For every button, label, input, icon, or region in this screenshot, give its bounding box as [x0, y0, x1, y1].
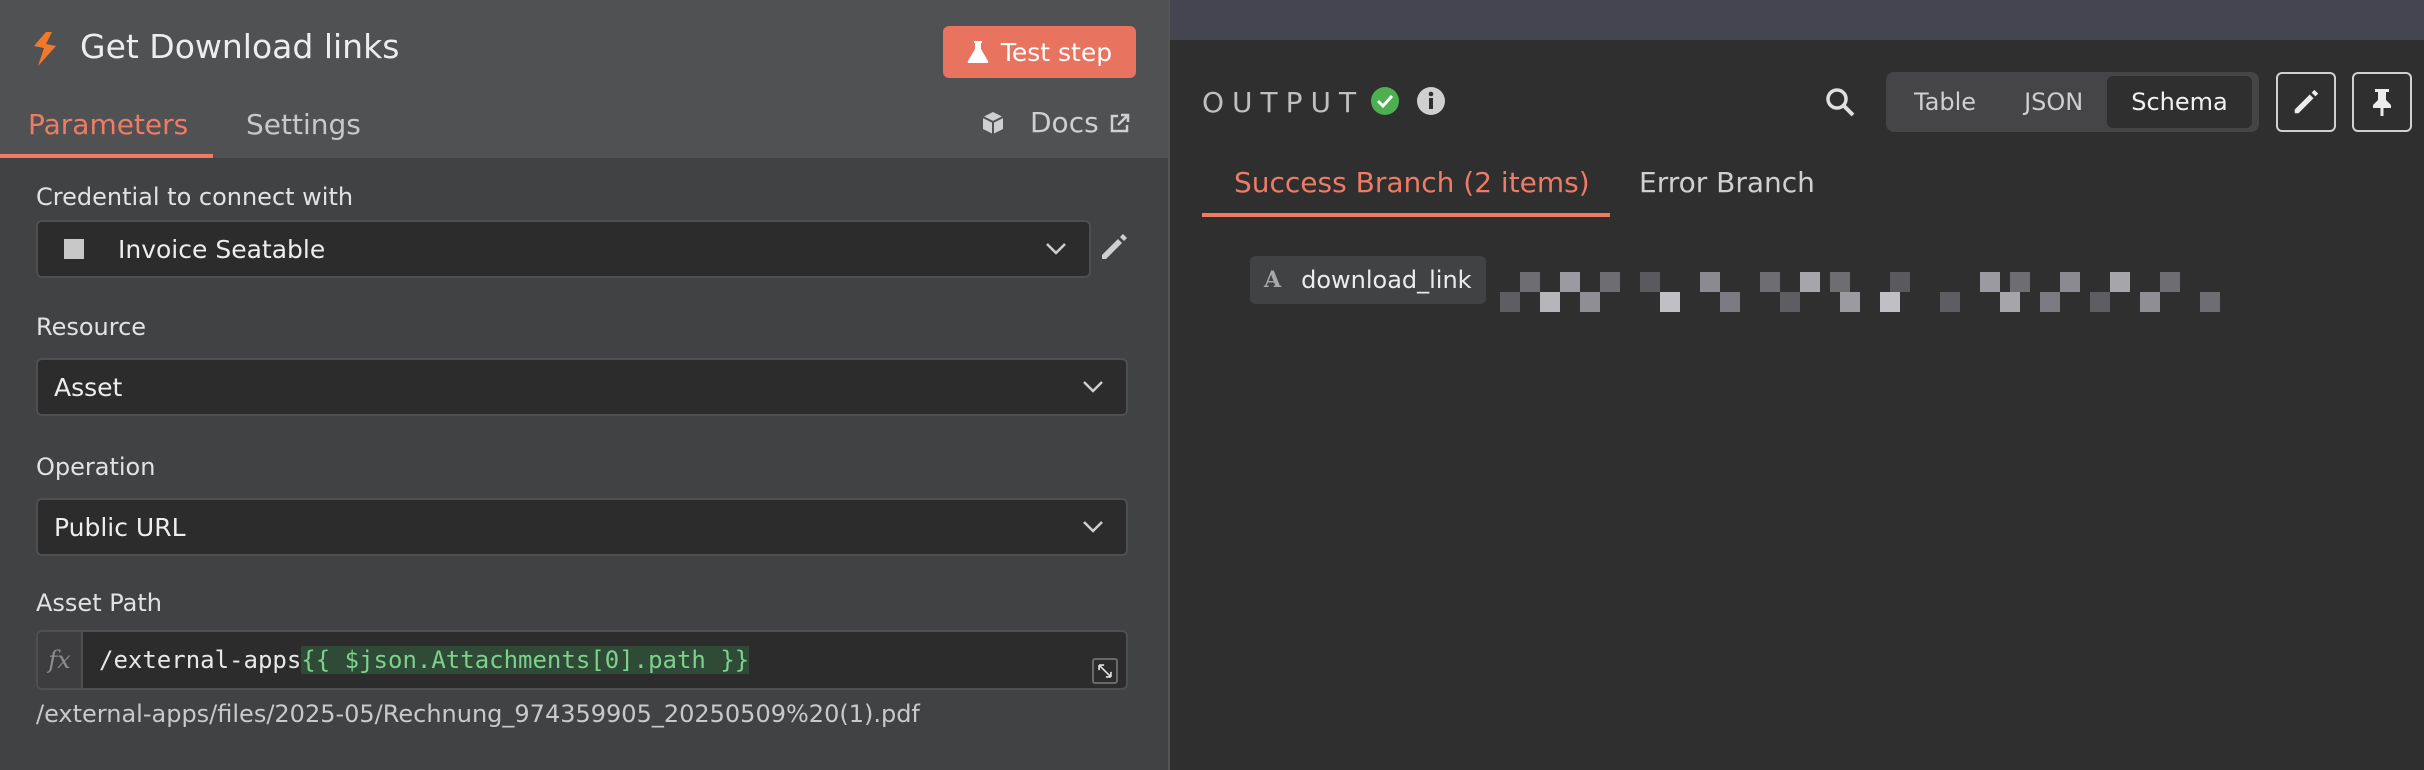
tab-error-branch[interactable]: Error Branch: [1639, 166, 1815, 199]
tab-settings[interactable]: Settings: [246, 108, 361, 141]
string-type-icon: A: [1264, 267, 1282, 293]
active-tab-indicator: [0, 154, 213, 158]
view-switcher: Table JSON Schema: [1886, 72, 2259, 132]
parameters-panel: Get Download links Test step Parameters …: [0, 0, 1168, 770]
output-panel: OUTPUT Table JSON Schema Success Branch …: [1170, 0, 2424, 770]
tab-success-branch[interactable]: Success Branch (2 items): [1234, 166, 1590, 199]
docs-label: Docs: [1030, 106, 1099, 139]
edit-credential-icon[interactable]: [1098, 231, 1130, 263]
chevron-down-icon: [1083, 521, 1103, 533]
view-table-button[interactable]: Table: [1890, 76, 2000, 128]
info-icon[interactable]: [1416, 86, 1446, 116]
credential-label: Credential to connect with: [36, 183, 354, 211]
resource-value: Asset: [54, 372, 123, 402]
check-circle-icon: [1371, 87, 1399, 115]
view-schema-button[interactable]: Schema: [2107, 76, 2252, 128]
canvas-top-strip: [1170, 0, 2424, 40]
flask-icon: [967, 41, 989, 63]
credential-select[interactable]: Invoice Seatable: [36, 220, 1091, 278]
expand-editor-icon[interactable]: [1092, 658, 1118, 684]
pencil-icon: [2294, 89, 2319, 114]
operation-select[interactable]: Public URL: [36, 498, 1128, 556]
test-step-button[interactable]: Test step: [943, 26, 1136, 78]
external-link-icon: [1110, 113, 1129, 132]
asset-path-expression-input[interactable]: fx /external-apps{{ $json.Attachments[0]…: [36, 630, 1128, 690]
schema-field-pill[interactable]: A download_link: [1250, 256, 1486, 304]
fx-icon: fx: [38, 632, 83, 688]
search-icon[interactable]: [1824, 86, 1856, 118]
operation-value: Public URL: [54, 512, 186, 542]
chevron-down-icon: [1083, 381, 1103, 393]
view-json-button[interactable]: JSON: [2000, 76, 2107, 128]
seatable-node-icon: [34, 32, 56, 66]
docs-link[interactable]: Docs: [980, 106, 1131, 139]
credential-avatar: [64, 239, 84, 259]
pin-data-button[interactable]: [2352, 72, 2412, 132]
resource-select[interactable]: Asset: [36, 358, 1128, 416]
cube-icon: [982, 111, 1004, 134]
test-step-label: Test step: [1000, 37, 1113, 67]
schema-field-name: download_link: [1301, 266, 1472, 294]
pin-icon: [2373, 89, 2391, 116]
expression-prefix: /external-apps: [99, 646, 302, 674]
active-branch-indicator: [1202, 213, 1610, 217]
tab-parameters[interactable]: Parameters: [28, 108, 188, 141]
chevron-down-icon: [1046, 243, 1066, 255]
asset-path-label: Asset Path: [36, 589, 162, 617]
panel-tabs: Parameters Settings Docs: [0, 98, 1168, 158]
expression-highlight: {{ $json.Attachments[0].path }}: [301, 646, 750, 674]
output-title: OUTPUT: [1202, 86, 1365, 119]
redacted-value: [1500, 272, 2220, 312]
node-title: Get Download links: [80, 27, 400, 66]
operation-label: Operation: [36, 453, 156, 481]
edit-output-button[interactable]: [2276, 72, 2336, 132]
app-root: Get Download links Test step Parameters …: [0, 0, 2424, 770]
node-header: Get Download links Test step Parameters …: [0, 0, 1168, 158]
credential-value: Invoice Seatable: [118, 234, 326, 264]
expression-text: /external-apps{{ $json.Attachments[0].pa…: [83, 646, 750, 674]
resource-label: Resource: [36, 313, 147, 341]
expression-preview: /external-apps/files/2025-05/Rechnung_97…: [36, 700, 920, 728]
